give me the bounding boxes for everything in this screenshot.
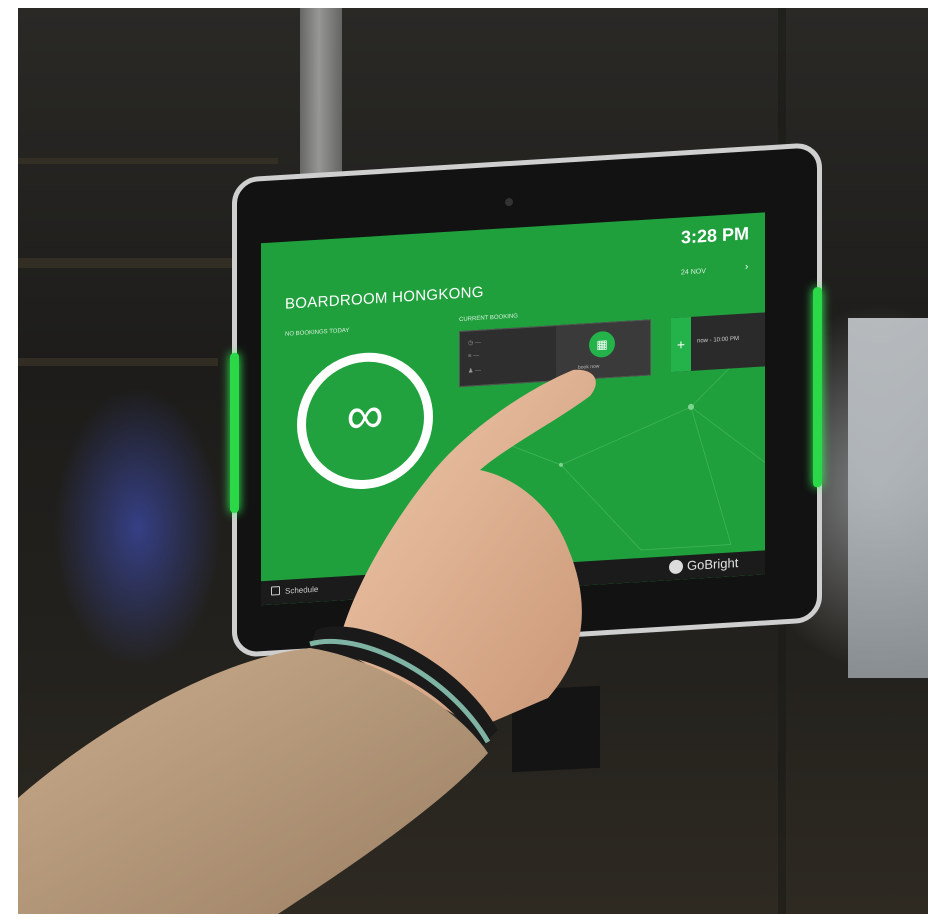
pointing-hand — [18, 369, 596, 914]
photo-background: 3:28 PM BOARDROOM HONGKONG 24 NOV › NO B… — [18, 8, 928, 914]
